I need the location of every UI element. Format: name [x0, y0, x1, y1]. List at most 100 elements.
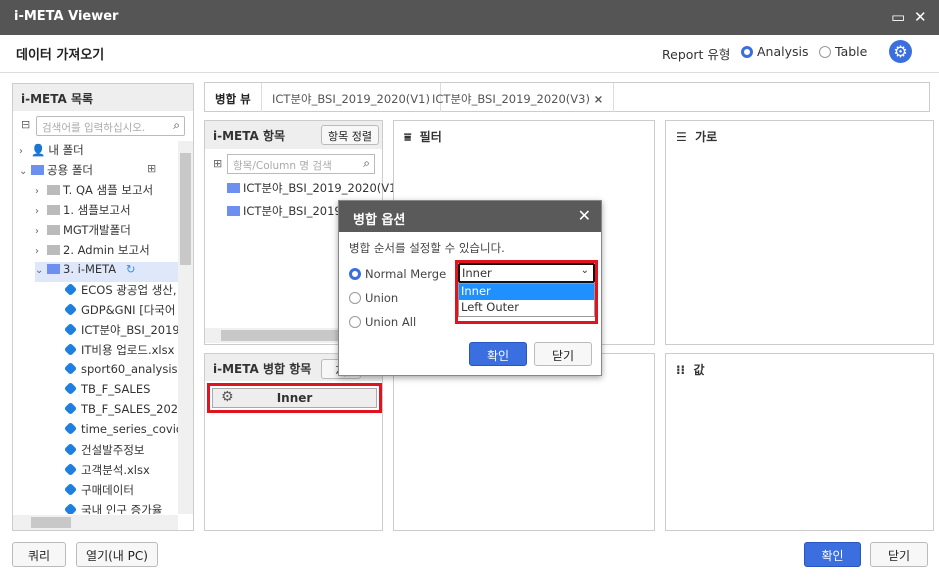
tree-item[interactable]: › MGT개발폴더 [35, 222, 131, 242]
meta-cube-icon [63, 342, 78, 357]
chevron-right-icon[interactable]: › [35, 226, 47, 237]
tree-item[interactable]: sport60_analysis.xl [63, 361, 178, 382]
meta-cube-icon [63, 421, 78, 436]
chevron-right-icon[interactable]: › [19, 146, 31, 157]
filter-header: ⩸ 필터 [404, 128, 442, 145]
tree-search-input[interactable]: 검색어를 입력하십시오. ⌕ [36, 116, 185, 136]
tree-item-label: ECOS 광공업 생산, [81, 283, 177, 297]
item-label: ICT분야_BSI_2019_2020(V1) [243, 181, 401, 195]
merge-item-label: Inner [276, 391, 313, 405]
folder-icon [47, 245, 60, 255]
list-icon: ☰ [676, 130, 687, 144]
tree-item[interactable]: TB_F_SALES [63, 381, 151, 402]
sort-items-button[interactable]: 항목 정렬 [321, 125, 379, 145]
vertical-scrollbar[interactable] [178, 141, 193, 514]
radio-normal-merge[interactable]: Normal Merge [349, 267, 446, 281]
gear-icon[interactable]: ⚙ [221, 389, 234, 405]
tree-item-label: time_series_covid1 [81, 422, 178, 436]
expand-all-icon[interactable]: ⊞ [213, 157, 222, 170]
tree-item[interactable]: 국내 인구 증가율 [63, 502, 162, 514]
values-zone[interactable]: ⁝⁝ 값 [665, 353, 934, 531]
columns-zone[interactable]: ☰ 가로 [665, 120, 934, 345]
list-item[interactable]: ICT분야_BSI_2019_2020(V1) [227, 180, 401, 200]
merge-options-dialog: 병합 옵션 ✕ 병합 순서를 설정할 수 있습니다. Normal Merge … [338, 200, 602, 376]
tree-item[interactable]: GDP&GNI [다국어 [63, 302, 176, 322]
tree-item[interactable]: time_series_covid1 [63, 421, 178, 442]
dialog-close-icon[interactable]: ✕ [578, 206, 591, 225]
open-local-button[interactable]: 열기(내 PC) [76, 542, 158, 567]
search-icon[interactable]: ⌕ [173, 118, 180, 133]
tree-item[interactable]: ⌄ 3. i-META ↻ [35, 262, 178, 282]
tree-item[interactable]: › T. QA 샘플 보고서 [35, 182, 153, 202]
radio-analysis[interactable]: Analysis [741, 44, 809, 59]
dialog-ok-button[interactable]: 확인 [469, 342, 527, 366]
tree-item[interactable]: ICT분야_BSI_2019_ [63, 322, 178, 342]
option-left-outer[interactable]: Left Outer [459, 300, 594, 316]
radio-union[interactable]: Union [349, 291, 398, 305]
meta-cube-icon [63, 462, 78, 477]
tab-v1[interactable]: ICT분야_BSI_2019_2020(V1) [262, 83, 441, 112]
chevron-down-icon[interactable]: ⌄ [35, 265, 47, 276]
tree-item-label: IT비용 업로드.xlsx [81, 343, 175, 357]
tree-item[interactable]: TB_F_SALES_20210 [63, 401, 178, 422]
dialog-description: 병합 순서를 설정할 수 있습니다. [349, 241, 505, 255]
tab-v3[interactable]: ICT분야_BSI_2019_2020(V3) × [422, 83, 615, 112]
tree-item[interactable]: 고객분석.xlsx [63, 462, 150, 482]
radio-table[interactable]: Table [819, 44, 867, 59]
tree-item[interactable]: › 1. 샘플보고서 [35, 202, 131, 222]
tree-item-label: 내 폴더 [48, 143, 84, 157]
tree-item-label: GDP&GNI [다국어 [81, 303, 176, 317]
filter-icon: ⩸ [404, 130, 412, 144]
columns-header: ☰ 가로 [676, 128, 717, 145]
tree-item-label: ICT분야_BSI_2019_ [81, 323, 178, 337]
meta-cube-icon [63, 482, 78, 497]
tab-close-icon[interactable]: × [594, 92, 604, 106]
tree-item[interactable]: ⌄ 공용 폴더 ⊞ [19, 162, 156, 182]
chevron-down-icon[interactable]: ⌄ [19, 166, 31, 177]
meta-cube-icon [63, 442, 78, 457]
close-button[interactable]: 닫기 [870, 542, 928, 567]
tree-item-label: TB_F_SALES [81, 382, 151, 396]
radio-label: Table [835, 44, 868, 59]
radio-union-all[interactable]: Union All [349, 315, 416, 329]
add-folder-icon[interactable]: ⊞ [147, 162, 156, 175]
tree-item[interactable]: › 👤 내 폴더 [19, 142, 84, 162]
tree-item[interactable]: › 2. Admin 보고서 [35, 242, 150, 262]
radio-icon [741, 46, 753, 58]
rows-zone[interactable] [393, 353, 655, 531]
tree-item[interactable]: ECOS 광공업 생산, [63, 282, 177, 302]
collapse-all-icon[interactable]: ⊟ [21, 118, 30, 131]
tree-item-label: sport60_analysis.xl [81, 362, 178, 376]
tree-item[interactable]: 건설발주정보 [63, 442, 144, 462]
close-icon[interactable]: ✕ [914, 8, 927, 26]
chevron-right-icon[interactable]: › [35, 186, 47, 197]
maximize-icon[interactable]: ▭ [891, 8, 905, 26]
tab-merge-view[interactable]: 병합 뷰 [205, 83, 262, 112]
merge-item-inner[interactable]: ⚙ Inner [212, 388, 377, 408]
radio-icon [349, 292, 361, 304]
tree-item[interactable]: 구매데이터 [63, 482, 134, 502]
dialog-title: 병합 옵션 [339, 201, 601, 232]
ok-button[interactable]: 확인 [804, 542, 861, 567]
dialog-close-button[interactable]: 닫기 [534, 342, 592, 366]
tree-item-label: TB_F_SALES_20210 [81, 402, 178, 416]
horizontal-scrollbar[interactable] [13, 515, 178, 530]
query-button[interactable]: 쿼리 [12, 542, 66, 567]
chevron-right-icon[interactable]: › [35, 206, 47, 217]
option-inner[interactable]: Inner [459, 284, 594, 300]
meta-cube-icon [63, 502, 78, 514]
tab-label: ICT분야_BSI_2019_2020(V3) [432, 92, 590, 106]
title-bar: i-META Viewer [0, 0, 939, 35]
join-type-select[interactable]: Inner ⌄ [458, 263, 595, 283]
item-search-input[interactable]: 항목/Column 명 검색 ⌕ [227, 154, 375, 174]
values-header: ⁝⁝ 값 [676, 361, 705, 378]
refresh-icon[interactable]: ↻ [126, 262, 136, 276]
folder-icon [47, 225, 60, 235]
tree-item-label: 구매데이터 [81, 483, 134, 497]
list-item[interactable]: ICT분야_BSI_2019_ [227, 203, 348, 223]
search-placeholder: 항목/Column 명 검색 [233, 160, 332, 172]
tab-bar: 병합 뷰 ICT분야_BSI_2019_2020(V1) ICT분야_BSI_2… [204, 82, 930, 112]
chevron-right-icon[interactable]: › [35, 246, 47, 257]
settings-gear-icon[interactable]: ⚙ [889, 40, 912, 63]
tree-item[interactable]: IT비용 업로드.xlsx [63, 342, 175, 362]
